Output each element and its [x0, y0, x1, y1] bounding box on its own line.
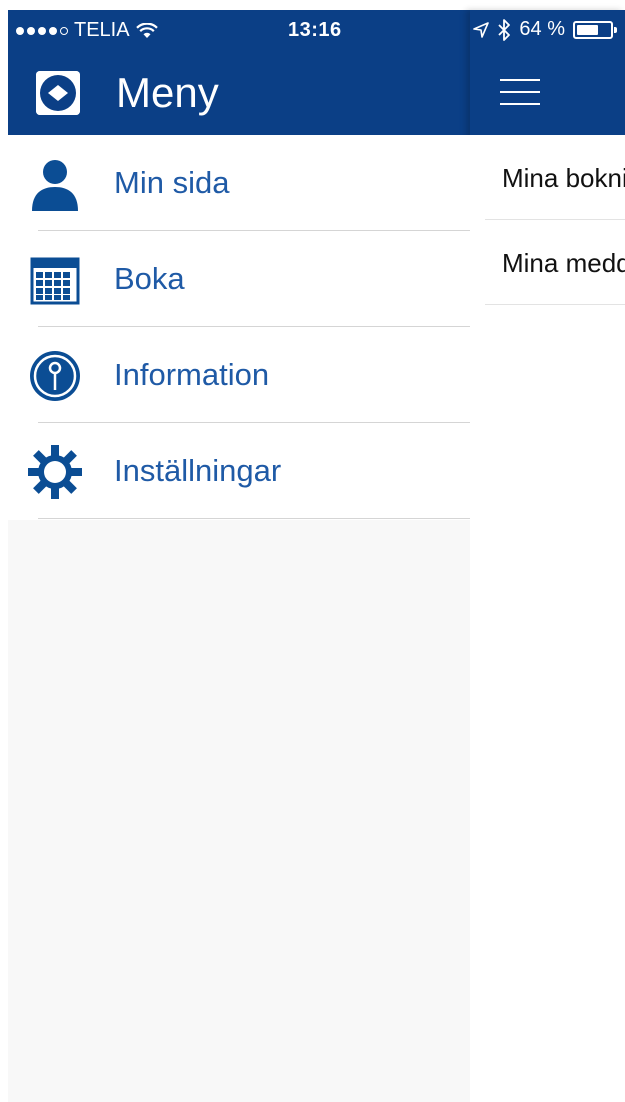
battery-icon: [573, 20, 617, 39]
bluetooth-icon: [498, 18, 511, 41]
status-left: TELIA: [16, 19, 158, 42]
location-arrow-icon: [473, 21, 490, 38]
top-frame: [0, 0, 625, 10]
battery-fill: [577, 24, 598, 35]
status-bar: TELIA 13:16 64 %: [8, 10, 625, 50]
divider: [38, 518, 470, 519]
hamburger-menu-icon[interactable]: [500, 77, 540, 107]
carrier-name: TELIA: [74, 19, 130, 41]
menu-item-installningar[interactable]: Inställningar: [8, 423, 470, 519]
info-icon: [30, 351, 80, 401]
menu-title: Meny: [116, 69, 219, 116]
status-time: 13:16: [288, 19, 342, 41]
menu-item-label: Inställningar: [114, 453, 282, 488]
wifi-icon: [135, 22, 158, 38]
gear-icon: [28, 445, 82, 499]
person-icon: [32, 160, 78, 211]
menu-item-information[interactable]: Information: [8, 327, 470, 423]
left-frame: [0, 0, 8, 1102]
main-list-item-label: Mina meddelanden: [502, 248, 625, 278]
electrolux-logo-icon: [36, 71, 80, 115]
main-list-item-label: Mina bokningar: [502, 163, 625, 193]
side-menu-list: Min sida Boka Information Inställningar: [8, 135, 470, 520]
main-list-item-messages[interactable]: Mina meddelanden: [485, 220, 625, 305]
battery-percent: 64 %: [519, 18, 565, 40]
app-screen: Mina bokningar Mina meddelanden TELIA 13…: [0, 0, 625, 1102]
menu-item-label: Boka: [114, 261, 185, 296]
calendar-icon: [30, 257, 80, 305]
main-list-item-bookings[interactable]: Mina bokningar: [485, 135, 625, 220]
menu-item-label: Information: [114, 357, 270, 392]
menu-title-row: Meny: [8, 58, 468, 128]
status-right: 64 %: [473, 18, 617, 41]
main-content-panel: Mina bokningar Mina meddelanden: [470, 10, 625, 1102]
signal-strength-icon: [16, 26, 68, 35]
menu-item-min-sida[interactable]: Min sida: [8, 135, 470, 231]
menu-item-label: Min sida: [114, 165, 230, 200]
menu-item-boka[interactable]: Boka: [8, 231, 470, 327]
menu-empty-area: [8, 520, 470, 1102]
